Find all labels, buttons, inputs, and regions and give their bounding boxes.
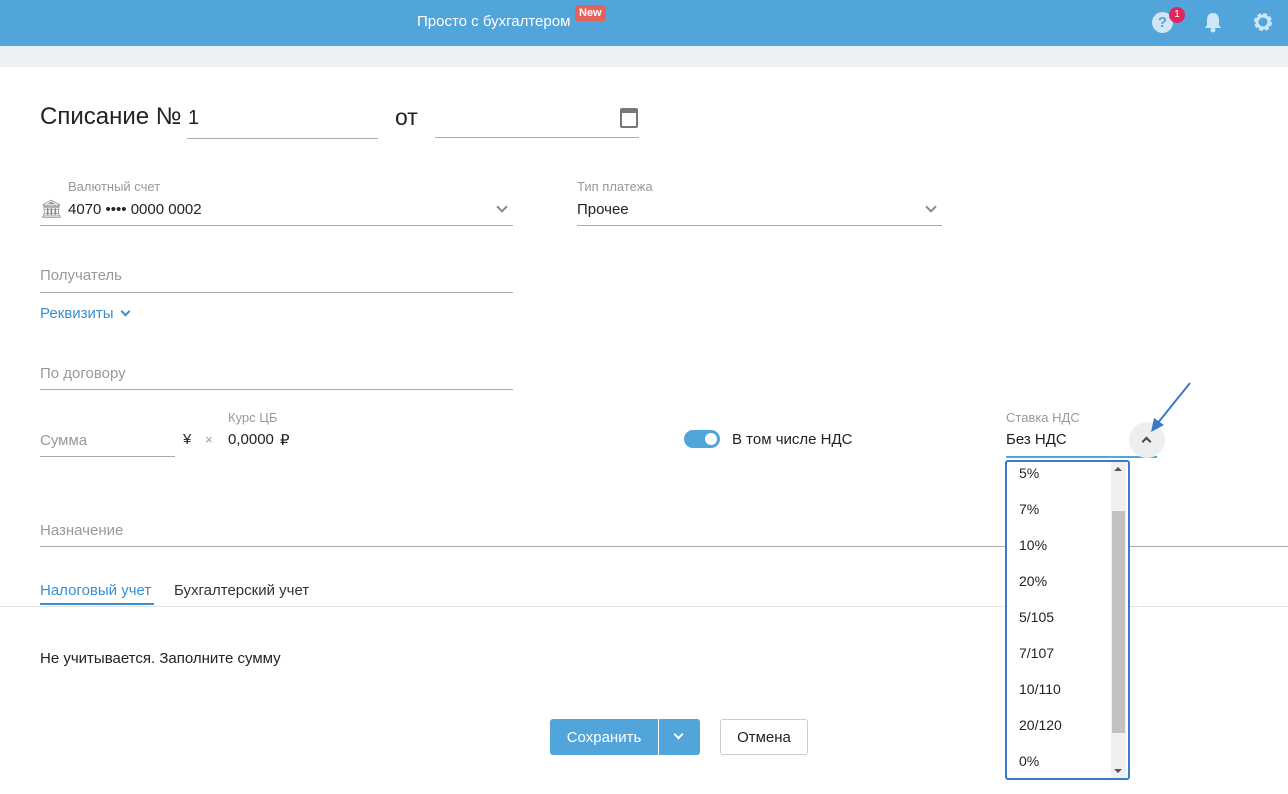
- vat-option[interactable]: 7/107: [1019, 645, 1054, 661]
- help-count-badge: 1: [1169, 7, 1185, 23]
- calendar-icon[interactable]: [620, 108, 638, 128]
- requisites-link[interactable]: Реквизиты: [40, 305, 114, 322]
- sum-input[interactable]: Сумма: [40, 432, 87, 449]
- top-bar: [0, 0, 1288, 46]
- new-badge: New: [575, 5, 606, 21]
- tab-bookkeeping[interactable]: Бухгалтерский учет: [174, 582, 309, 599]
- vat-option[interactable]: 5%: [1019, 465, 1039, 481]
- vat-toggle[interactable]: [684, 430, 720, 448]
- bank-icon: 🏛: [40, 199, 63, 219]
- rub-symbol: ₽: [280, 432, 290, 449]
- annotation-arrow-icon: [1151, 382, 1191, 432]
- gear-icon[interactable]: [1252, 11, 1274, 33]
- chevron-down-icon[interactable]: [925, 201, 937, 213]
- vat-rate-label: Ставка НДС: [1006, 410, 1080, 425]
- rate-value: 0,0000: [228, 431, 274, 448]
- times-sign: ×: [205, 432, 213, 447]
- vat-toggle-label: В том числе НДС: [732, 431, 853, 448]
- vat-rate-select[interactable]: Без НДС: [1006, 431, 1067, 448]
- scrollbar-thumb[interactable]: [1112, 511, 1125, 733]
- chevron-down-icon: [120, 306, 131, 317]
- page-title: Списание №: [40, 103, 182, 130]
- date-input[interactable]: [435, 100, 639, 138]
- tab-tax-accounting[interactable]: Налоговый учет: [40, 582, 151, 599]
- account-label: Валютный счет: [68, 179, 161, 194]
- vat-option[interactable]: 0%: [1019, 753, 1039, 769]
- currency-symbol: ¥: [183, 431, 192, 448]
- bell-icon[interactable]: [1203, 11, 1223, 33]
- doc-number-input[interactable]: 1: [188, 107, 199, 130]
- vat-option[interactable]: 10%: [1019, 537, 1047, 553]
- vat-option[interactable]: 10/110: [1019, 681, 1061, 697]
- contract-input[interactable]: По договору: [40, 365, 126, 382]
- save-button[interactable]: Сохранить: [550, 719, 658, 755]
- purpose-input[interactable]: Назначение: [40, 522, 123, 539]
- recipient-input[interactable]: Получатель: [40, 267, 122, 284]
- account-select[interactable]: 4070 •••• 0000 0002: [68, 201, 202, 218]
- app-title[interactable]: Просто с бухгалтером: [417, 13, 570, 30]
- vat-option[interactable]: 20%: [1019, 573, 1047, 589]
- vat-option[interactable]: 5/105: [1019, 609, 1054, 625]
- vat-option[interactable]: 20/120: [1019, 717, 1062, 733]
- rate-label: Курс ЦБ: [228, 410, 278, 425]
- chevron-down-icon[interactable]: [496, 201, 508, 213]
- payment-type-select[interactable]: Прочее: [577, 201, 629, 218]
- cancel-button[interactable]: Отмена: [720, 719, 808, 755]
- scroll-down-icon[interactable]: [1114, 769, 1122, 773]
- save-options-button[interactable]: [659, 719, 700, 755]
- vat-option[interactable]: 7%: [1019, 501, 1039, 517]
- chevron-down-icon: [673, 729, 684, 740]
- vat-rate-dropdown: 5% 7% 10% 20% 5/105 7/107 10/110 20/120 …: [1005, 460, 1130, 780]
- scroll-up-icon[interactable]: [1114, 467, 1122, 471]
- tax-note: Не учитывается. Заполните сумму: [40, 650, 281, 667]
- chevron-up-icon: [1141, 436, 1152, 447]
- payment-type-label: Тип платежа: [577, 179, 653, 194]
- from-label: от: [395, 104, 418, 130]
- subheader-strip: [0, 46, 1288, 67]
